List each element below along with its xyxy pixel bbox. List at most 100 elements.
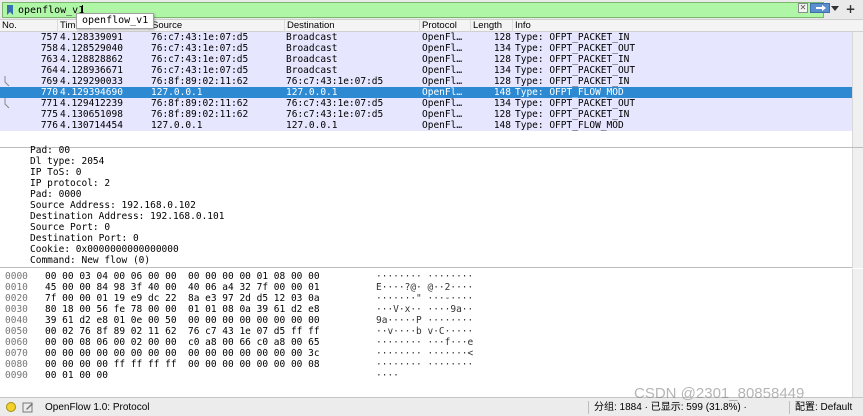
hex-ascii[interactable]: ········ ·······< <box>376 348 473 359</box>
detail-field[interactable]: Destination Port: 0 <box>30 233 139 244</box>
packet-cell-no: 770 <box>40 87 58 98</box>
selected-field-description: OpenFlow 1.0: Protocol <box>45 402 150 413</box>
detail-field[interactable]: Source Port: 0 <box>30 222 110 233</box>
packet-row-selected[interactable]: 770 4.129394690 127.0.0.1 127.0.0.1 OpenFl… 1… <box>0 87 863 98</box>
hex-ascii[interactable]: ········ ········ <box>376 271 473 282</box>
packet-list-scrollbar[interactable] <box>852 32 863 147</box>
column-header-no[interactable]: No. <box>0 20 58 32</box>
hex-offset[interactable]: 0010 <box>5 282 28 293</box>
hex-bytes[interactable]: 45 00 00 84 98 3f 40 00 40 06 a4 32 7f 0… <box>45 282 320 293</box>
filter-autocomplete-popup[interactable]: openflow_v1 <box>76 13 154 29</box>
packet-cell-len: 128 <box>493 32 511 43</box>
hex-offset[interactable]: 0050 <box>5 326 28 337</box>
autocomplete-suggestion[interactable]: openflow_v1 <box>82 15 148 27</box>
packet-cell-no: 757 <box>40 32 58 43</box>
packet-cell-info: Type: OFPT_PACKET_IN <box>515 109 630 120</box>
hex-ascii[interactable]: ········ ········ <box>376 359 473 370</box>
packet-row[interactable]: 764 4.128936671 76:c7:43:1e:07:d5 Broadcast… <box>0 65 863 76</box>
hex-ascii[interactable]: E····?@· @··2···· <box>376 282 473 293</box>
packet-cell-proto: OpenFl… <box>422 87 463 98</box>
apply-filter-button[interactable] <box>810 3 830 13</box>
packet-cell-info: Type: OFPT_PACKET_IN <box>515 54 630 65</box>
detail-field[interactable]: Destination Address: 192.168.0.101 <box>30 211 224 222</box>
hex-offset[interactable]: 0030 <box>5 304 28 315</box>
hex-bytes[interactable]: 00 00 00 00 ff ff ff ff 00 00 00 00 00 0… <box>45 359 320 370</box>
hex-offset[interactable]: 0060 <box>5 337 28 348</box>
packet-row[interactable]: 757 4.128339091 76:c7:43:1e:07:d5 Broadcast… <box>0 32 863 43</box>
column-header-source[interactable]: Source <box>150 20 285 32</box>
packet-cell-dst: Broadcast <box>286 32 338 43</box>
bookmark-icon[interactable] <box>6 5 14 15</box>
packet-row[interactable]: 769 4.129290033 76:8f:89:02:11:62 76:c7:43:… <box>0 76 863 87</box>
packet-row[interactable]: 776 4.130714454 127.0.0.1 127.0.0.1 OpenFl… 1… <box>0 120 863 131</box>
packet-cell-dst: 76:c7:43:1e:07:d5 <box>286 76 384 87</box>
packet-cell-no: 775 <box>40 109 58 120</box>
detail-field[interactable]: IP ToS: 0 <box>30 167 81 178</box>
hex-bytes[interactable]: 00 01 00 00 <box>45 370 108 381</box>
packet-bytes-pane: 0000 00 00 03 04 00 06 00 00 00 00 00 00 … <box>0 269 863 397</box>
details-scrollbar[interactable] <box>852 148 863 268</box>
hex-offset[interactable]: 0090 <box>5 370 28 381</box>
hex-bytes[interactable]: 00 00 00 00 00 00 00 00 00 00 00 00 00 0… <box>45 348 320 359</box>
packet-cell-time: 4.129394690 <box>60 87 123 98</box>
display-filter-value[interactable]: openflow_v1 <box>18 4 84 17</box>
hex-bytes[interactable]: 7f 00 00 01 19 e9 dc 22 8a e3 97 2d d5 1… <box>45 293 320 304</box>
hex-offset[interactable]: 0020 <box>5 293 28 304</box>
packet-row[interactable]: 775 4.130651098 76:8f:89:02:11:62 76:c7:43:… <box>0 109 863 120</box>
clear-filter-button[interactable]: ✕ <box>798 3 808 13</box>
hex-ascii[interactable]: ···· <box>376 370 399 381</box>
packet-cell-info: Type: OFPT_PACKET_IN <box>515 32 630 43</box>
add-filter-button[interactable]: + <box>845 3 856 15</box>
hex-bytes[interactable]: 39 61 d2 e8 01 0e 00 50 00 00 00 00 00 0… <box>45 315 320 326</box>
packet-row[interactable]: 758 4.128529040 76:c7:43:1e:07:d5 Broadcast… <box>0 43 863 54</box>
watermark: CSDN @2301_80858449 <box>634 385 805 402</box>
detail-field[interactable]: Pad: 0000 <box>30 189 81 200</box>
packet-cell-no: 763 <box>40 54 58 65</box>
hex-offset[interactable]: 0000 <box>5 271 28 282</box>
packet-cell-len: 128 <box>493 54 511 65</box>
hex-ascii[interactable]: ··v····b v·C····· <box>376 326 473 337</box>
packet-cell-proto: OpenFl… <box>422 76 463 87</box>
edit-comment-icon[interactable] <box>22 401 34 413</box>
packet-row[interactable]: 771 4.129412239 76:8f:89:02:11:62 76:c7:43:… <box>0 98 863 109</box>
packet-cell-len: 134 <box>493 65 511 76</box>
packet-cell-no: 758 <box>40 43 58 54</box>
hex-bytes[interactable]: 00 00 03 04 00 06 00 00 00 00 00 00 01 0… <box>45 271 320 282</box>
detail-field[interactable]: IP protocol: 2 <box>30 178 110 189</box>
packet-cell-len: 134 <box>493 43 511 54</box>
related-packet-icon <box>4 76 10 87</box>
column-header-destination[interactable]: Destination <box>285 20 420 32</box>
hex-offset[interactable]: 0040 <box>5 315 28 326</box>
detail-field[interactable]: Source Address: 192.168.0.102 <box>30 200 196 211</box>
detail-field[interactable]: Command: New flow (0) <box>30 255 150 266</box>
hex-bytes[interactable]: 00 00 08 06 00 02 00 00 c0 a8 00 66 c0 a… <box>45 337 320 348</box>
detail-field[interactable]: Dl type: 2054 <box>30 156 104 167</box>
packet-cell-len: 148 <box>493 120 511 131</box>
hex-ascii[interactable]: ·······" ···-···· <box>376 293 473 304</box>
packet-cell-no: 769 <box>40 76 58 87</box>
bytes-scrollbar[interactable] <box>852 269 863 397</box>
hex-ascii[interactable]: ···V·x·· ····9a·· <box>376 304 473 315</box>
column-header-info[interactable]: Info <box>513 20 852 32</box>
packet-cell-len: 128 <box>493 109 511 120</box>
hex-bytes[interactable]: 00 02 76 8f 89 02 11 62 76 c7 43 1e 07 d… <box>45 326 320 337</box>
packet-row[interactable]: 763 4.128828862 76:c7:43:1e:07:d5 Broadcast… <box>0 54 863 65</box>
hex-ascii[interactable]: ········ ···f···e <box>376 337 473 348</box>
hex-offset[interactable]: 0080 <box>5 359 28 370</box>
packet-details-pane: Pad: 00 Dl type: 2054 IP ToS: 0 IP protocol… <box>0 145 863 268</box>
packet-cell-dst: 127.0.0.1 <box>286 87 338 98</box>
hex-bytes[interactable]: 80 18 00 56 fe 78 00 00 01 01 08 0a 39 6… <box>45 304 320 315</box>
hex-ascii[interactable]: 9a·····P ········ <box>376 315 473 326</box>
hex-offset[interactable]: 0070 <box>5 348 28 359</box>
column-header-protocol[interactable]: Protocol <box>420 20 471 32</box>
packet-cell-src: 76:8f:89:02:11:62 <box>151 76 249 87</box>
detail-field[interactable]: Cookie: 0x0000000000000000 <box>30 244 179 255</box>
packet-cell-proto: OpenFl… <box>422 43 463 54</box>
detail-field[interactable]: Pad: 00 <box>30 145 70 156</box>
packet-cell-info: Type: OFPT_PACKET_OUT <box>515 65 636 76</box>
status-led-icon[interactable] <box>6 402 16 412</box>
packet-cell-src: 127.0.0.1 <box>151 120 203 131</box>
recent-filters-dropdown[interactable] <box>831 6 839 11</box>
packet-cell-time: 4.128339091 <box>60 32 123 43</box>
column-header-length[interactable]: Length <box>471 20 513 32</box>
